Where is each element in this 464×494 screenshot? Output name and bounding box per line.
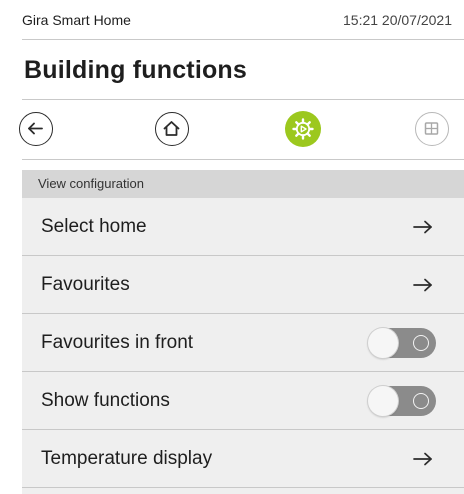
row-label: Favourites in front	[41, 332, 194, 353]
home-icon	[163, 121, 180, 136]
arrow-right-icon	[413, 220, 432, 234]
home-button[interactable]	[155, 112, 189, 146]
show-functions-toggle[interactable]	[368, 386, 436, 416]
back-arrow-icon	[28, 122, 43, 135]
section-header: View configuration	[22, 170, 464, 198]
favourites-in-front-toggle[interactable]	[368, 328, 436, 358]
settings-button[interactable]	[285, 111, 321, 147]
arrow-right-icon	[413, 278, 432, 292]
nav-bar	[19, 100, 464, 160]
toggle-knob	[368, 328, 398, 358]
clock: 15:21 20/07/2021	[343, 12, 452, 28]
page-title: Building functions	[24, 56, 248, 84]
favourites-in-front-row: Favourites in front	[22, 314, 464, 372]
title-bar: Building functions	[22, 40, 464, 100]
toggle-off-indicator-icon	[413, 393, 429, 409]
toggle-knob	[368, 386, 398, 416]
status-bar: Gira Smart Home 15:21 20/07/2021	[22, 0, 464, 40]
row-label: Select home	[41, 216, 147, 237]
row-label: Favourites	[41, 274, 130, 295]
settings-list: View configuration Select home Favourite…	[22, 170, 464, 494]
app-window: Gira Smart Home 15:21 20/07/2021 Buildin…	[19, 0, 464, 494]
app-name: Gira Smart Home	[22, 12, 131, 28]
grid-icon	[424, 122, 439, 135]
row-label: Show functions	[41, 390, 170, 411]
favourites-row[interactable]: Favourites	[22, 256, 464, 314]
settings-gear-icon	[292, 118, 314, 140]
back-button[interactable]	[19, 112, 53, 146]
select-home-row[interactable]: Select home	[22, 198, 464, 256]
row-label: Temperature display	[41, 448, 213, 469]
arrow-right-icon	[413, 452, 432, 466]
show-functions-row: Show functions	[22, 372, 464, 430]
toggle-off-indicator-icon	[413, 335, 429, 351]
temperature-display-row[interactable]: Temperature display	[22, 430, 464, 488]
grid-button[interactable]	[415, 112, 449, 146]
